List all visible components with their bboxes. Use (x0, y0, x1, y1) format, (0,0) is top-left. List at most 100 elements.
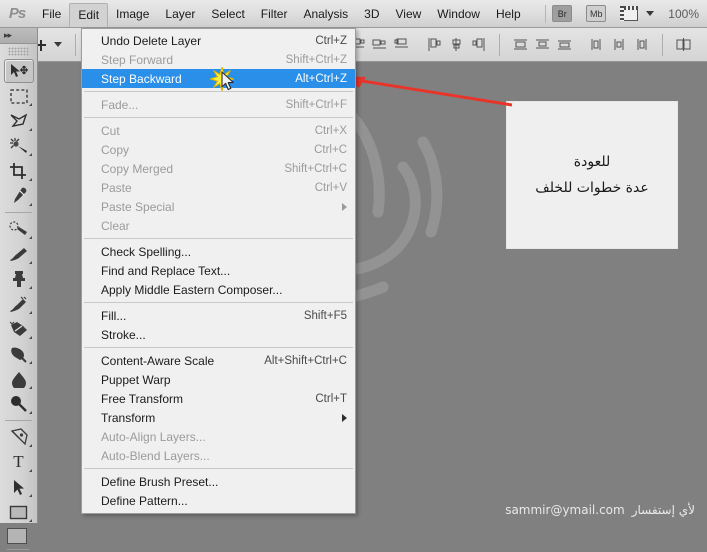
chevron-down-icon[interactable] (646, 11, 655, 16)
clone-stamp-tool[interactable] (4, 267, 34, 291)
bridge-button[interactable]: Br (552, 5, 573, 22)
align-top-edges-icon[interactable] (426, 36, 443, 53)
menu-bar-divider (545, 4, 547, 23)
tools-panel-grip[interactable] (8, 47, 29, 56)
history-brush-tool[interactable] (4, 292, 34, 316)
auto-align-layers-icon[interactable] (675, 36, 692, 53)
menu-item-copy-merged: Copy Merged Shift+Ctrl+C (82, 159, 355, 178)
menu-bar-items: File Edit Image Layer Select Filter Analysis 3D… (34, 2, 529, 27)
lasso-tool[interactable] (4, 109, 34, 133)
footer-email: sammir@ymail.com (505, 503, 625, 517)
tools-divider (5, 212, 32, 213)
quick-selection-tool[interactable] (4, 134, 34, 158)
menu-item-label: Cut (101, 123, 120, 138)
menu-item-content-aware-scale[interactable]: Content-Aware Scale Alt+Shift+Ctrl+C (82, 351, 355, 370)
screen-mode-icon[interactable] (620, 6, 639, 21)
menu-view[interactable]: View (387, 3, 429, 25)
menu-item-shortcut: Ctrl+C (314, 143, 347, 156)
brush-tool[interactable] (4, 242, 34, 266)
horizontal-type-tool[interactable]: T (4, 450, 34, 474)
gradient-tool[interactable] (4, 342, 34, 366)
menu-item-label: Auto-Blend Layers... (101, 448, 210, 463)
menu-item-label: Auto-Align Layers... (101, 429, 206, 444)
menu-item-auto-align-layers: Auto-Align Layers... (82, 427, 355, 446)
menu-item-label: Step Backward (101, 71, 182, 86)
submenu-arrow-icon (342, 202, 347, 211)
tool-overflow-icon (28, 494, 32, 497)
menu-item-label: Undo Delete Layer (101, 33, 202, 48)
menu-item-apply-middle-eastern-composer[interactable]: Apply Middle Eastern Composer... (82, 280, 355, 299)
menu-layer[interactable]: Layer (157, 3, 203, 25)
menu-file[interactable]: File (34, 3, 69, 25)
menu-item-label: Paste Special (101, 199, 175, 214)
menu-item-label: Clear (101, 218, 130, 233)
zoom-level-label: 100% (668, 6, 699, 21)
distribute-top-edges-icon[interactable] (512, 36, 529, 53)
align-bottom-edges-icon[interactable] (470, 36, 487, 53)
color-swatches[interactable] (4, 526, 34, 552)
menu-item-label: Copy Merged (101, 161, 174, 176)
tools-panel-header[interactable]: ▸▸ (0, 28, 37, 44)
menu-item-puppet-warp[interactable]: Puppet Warp (82, 370, 355, 389)
align-vertical-centers-icon[interactable] (448, 36, 465, 53)
rectangle-tool[interactable] (4, 500, 34, 524)
menu-item-free-transform[interactable]: Free Transform Ctrl+T (82, 389, 355, 408)
tools-divider (5, 420, 32, 421)
chevron-down-icon[interactable] (54, 42, 62, 47)
menu-image[interactable]: Image (108, 3, 157, 25)
menu-item-shortcut: Alt+Shift+Ctrl+C (264, 354, 347, 367)
menu-item-fill[interactable]: Fill... Shift+F5 (82, 306, 355, 325)
align-horizontal-centers-icon[interactable] (371, 36, 388, 53)
mouse-pointer-icon (221, 71, 234, 91)
menu-select[interactable]: Select (203, 3, 252, 25)
annotation-callout: للعودة عدة خطوات للخلف (506, 101, 678, 249)
options-divider (499, 33, 500, 56)
callout-line-2: عدة خطوات للخلف (535, 180, 649, 196)
menu-item-undo-delete-layer[interactable]: Undo Delete Layer Ctrl+Z (82, 31, 355, 50)
menu-separator (84, 347, 353, 348)
tool-overflow-icon (28, 286, 32, 289)
distribute-bottom-edges-icon[interactable] (556, 36, 573, 53)
spot-healing-brush-tool[interactable] (4, 217, 34, 241)
foreground-color-swatch[interactable] (6, 528, 27, 544)
red-pointer-arrow-icon (342, 76, 513, 107)
rectangular-marquee-tool[interactable] (4, 84, 34, 108)
menu-item-transform[interactable]: Transform (82, 408, 355, 427)
distribute-vertical-centers-icon[interactable] (534, 36, 551, 53)
menu-item-step-backward[interactable]: Step Backward Alt+Ctrl+Z (82, 67, 355, 91)
submenu-arrow-icon (342, 413, 347, 422)
distribute-left-edges-icon[interactable] (589, 36, 606, 53)
path-selection-tool[interactable] (4, 475, 34, 499)
pen-tool[interactable] (4, 425, 34, 449)
collapse-panel-icon[interactable]: ▸▸ (4, 30, 12, 41)
menu-edit[interactable]: Edit (69, 2, 109, 27)
blur-tool[interactable] (4, 367, 34, 391)
distribute-horizontal-centers-icon[interactable] (611, 36, 628, 53)
menu-3d[interactable]: 3D (356, 3, 387, 25)
crop-tool[interactable] (4, 159, 34, 183)
menu-window[interactable]: Window (429, 3, 488, 25)
menu-item-label: Define Brush Preset... (101, 474, 219, 489)
move-tool[interactable] (3, 59, 34, 83)
menu-item-find-and-replace-text[interactable]: Find and Replace Text... (82, 261, 355, 280)
dodge-tool[interactable] (4, 392, 34, 416)
eraser-tool[interactable] (4, 317, 34, 341)
tool-overflow-icon (28, 519, 32, 522)
footer-arabic-label: لأي إستفسار (631, 503, 695, 517)
mini-bridge-button[interactable]: Mb (586, 5, 607, 22)
tool-overflow-icon (28, 203, 32, 206)
menu-filter[interactable]: Filter (253, 3, 296, 25)
menu-item-paste: Paste Ctrl+V (82, 178, 355, 197)
eyedropper-tool[interactable] (4, 184, 34, 208)
menu-item-shortcut: Ctrl+T (315, 392, 347, 405)
align-right-edges-icon[interactable] (393, 36, 410, 53)
menu-item-define-brush-preset[interactable]: Define Brush Preset... (82, 472, 355, 491)
menu-item-check-spelling[interactable]: Check Spelling... (82, 242, 355, 261)
distribute-right-edges-icon[interactable] (633, 36, 650, 53)
menu-item-label: Define Pattern... (101, 493, 188, 508)
menu-item-define-pattern[interactable]: Define Pattern... (82, 491, 355, 510)
menu-help[interactable]: Help (488, 3, 529, 25)
menu-separator (84, 302, 353, 303)
menu-analysis[interactable]: Analysis (295, 3, 356, 25)
menu-item-stroke[interactable]: Stroke... (82, 325, 355, 344)
